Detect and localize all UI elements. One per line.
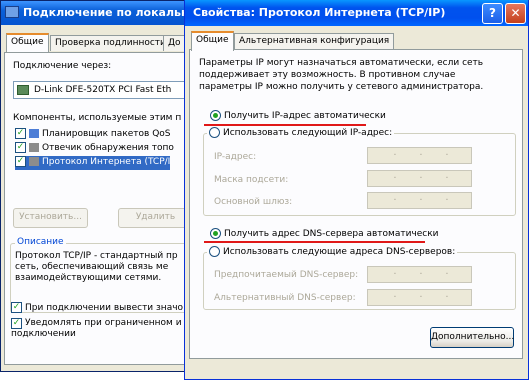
connection-window-title: Подключение по локальной <box>23 6 186 19</box>
tab-advanced[interactable]: До <box>163 35 185 51</box>
dialog-title: Свойства: Протокол Интернета (TCP/IP) <box>193 6 446 19</box>
tab-alternate-configuration[interactable]: Альтернативная конфигурация <box>234 33 395 50</box>
dialog-titlebar[interactable]: Свойства: Протокол Интернета (TCP/IP) ? … <box>185 0 528 26</box>
ip-manual-option[interactable]: Использовать следующий IP-адрес: <box>207 127 395 138</box>
show-icon-checkbox[interactable]: ✓ <box>11 302 22 313</box>
components-list: ✓ Планировщик пакетов QoS ✓ Отвечик обнару… <box>13 128 185 180</box>
dns-auto-label: Получить адрес DNS-сервера автоматически <box>224 229 439 239</box>
tcpip-properties-dialog: Свойства: Протокол Интернета (TCP/IP) ? … <box>184 0 529 380</box>
remove-button[interactable]: Удалить <box>118 208 185 228</box>
network-adapter-icon <box>17 85 29 95</box>
connection-properties-window: Подключение по локальной Общие Проверка … <box>0 0 186 372</box>
ip-address-input[interactable]: ... <box>367 147 472 164</box>
dns-manual-option[interactable]: Использовать следующие адреса DNS-сервер… <box>207 246 458 257</box>
network-connection-icon <box>5 6 19 18</box>
component-checkbox[interactable]: ✓ <box>15 128 26 139</box>
general-tab-panel: Подключение через: D-Link DFE-520TX PCI … <box>4 52 185 365</box>
protocol-icon <box>29 143 39 152</box>
install-button[interactable]: Установить... <box>13 208 88 228</box>
notify-checkbox[interactable]: ✓ <box>11 318 22 329</box>
ip-dot: . <box>393 266 397 277</box>
protocol-icon <box>29 157 39 166</box>
ip-dot: . <box>419 289 423 300</box>
components-label: Компоненты, используемые этим п <box>13 113 182 123</box>
dns-manual-label: Использовать следующие адреса DNS-сервер… <box>223 247 456 257</box>
default-gateway-label: Основной шлюз: <box>214 197 293 207</box>
ip-address-label: IP-адрес: <box>214 152 257 162</box>
ip-manual-radio[interactable] <box>209 127 220 138</box>
subnet-mask-input[interactable]: ... <box>367 170 472 187</box>
dialog-description: Параметры IP могут назначаться автоматич… <box>199 58 484 92</box>
notify-label: Уведомлять при ограниченном и подключени… <box>11 318 182 339</box>
dns-auto-option[interactable]: Получить адрес DNS-сервера автоматически <box>210 228 439 239</box>
ip-dot: . <box>445 289 449 300</box>
show-icon-option[interactable]: ✓ При подключении вывести значо <box>11 302 183 313</box>
qos-icon <box>29 129 39 138</box>
ip-dot: . <box>419 266 423 277</box>
description-text: Протокол TCP/IP - стандартный пр сеть, о… <box>15 251 178 283</box>
ip-dot: . <box>419 192 423 203</box>
ip-auto-radio[interactable] <box>210 110 221 121</box>
list-item[interactable]: ✓ Планировщик пакетов QoS <box>15 128 171 142</box>
ip-dot: . <box>393 289 397 300</box>
network-adapter-name: D-Link DFE-520TX PCI Fast Eth <box>34 85 172 95</box>
subnet-mask-label: Маска подсети: <box>214 175 289 185</box>
list-item[interactable]: ✓ Отвечик обнаружения топо <box>15 142 174 156</box>
connect-via-label: Подключение через: <box>13 61 112 71</box>
ip-dot: . <box>419 170 423 181</box>
alternate-dns-label: Альтернативный DNS-сервер: <box>214 293 356 303</box>
advanced-button[interactable]: Дополнительно... <box>430 327 514 348</box>
ip-dot: . <box>445 170 449 181</box>
connection-window-titlebar[interactable]: Подключение по локальной <box>1 1 185 25</box>
component-label: Протокол Интернета (TCP/I <box>42 157 171 167</box>
component-checkbox[interactable]: ✓ <box>15 142 26 153</box>
close-icon[interactable]: ✕ <box>505 3 526 24</box>
ip-dot: . <box>445 266 449 277</box>
component-label: Отвечик обнаружения топо <box>42 143 174 153</box>
tab-general[interactable]: Общие <box>6 33 49 52</box>
ip-auto-label: Получить IP-адрес автоматически <box>224 111 386 121</box>
ip-dot: . <box>393 170 397 181</box>
network-adapter-field: D-Link DFE-520TX PCI Fast Eth <box>13 81 185 99</box>
dns-auto-radio[interactable] <box>210 228 221 239</box>
component-label: Планировщик пакетов QoS <box>42 129 171 139</box>
help-icon[interactable]: ? <box>482 3 503 24</box>
ip-dot: . <box>445 192 449 203</box>
ip-dot: . <box>393 192 397 203</box>
component-checkbox[interactable]: ✓ <box>15 156 26 167</box>
description-title: Описание <box>15 237 66 247</box>
ip-manual-label: Использовать следующий IP-адрес: <box>223 128 393 138</box>
ip-dot: . <box>445 147 449 158</box>
alternate-dns-input[interactable]: ... <box>367 289 472 306</box>
ip-dot: . <box>419 147 423 158</box>
notify-option[interactable]: ✓ Уведомлять при ограниченном и подключен… <box>11 318 185 340</box>
ip-auto-underline <box>204 124 366 126</box>
default-gateway-input[interactable]: ... <box>367 192 472 209</box>
preferred-dns-input[interactable]: ... <box>367 266 472 283</box>
dns-manual-radio[interactable] <box>209 246 220 257</box>
dns-auto-underline <box>204 241 425 243</box>
list-item[interactable]: ✓ Протокол Интернета (TCP/I <box>15 156 171 170</box>
ip-auto-option[interactable]: Получить IP-адрес автоматически <box>210 110 386 121</box>
show-icon-label: При подключении вывести значо <box>25 303 184 313</box>
ip-dot: . <box>393 147 397 158</box>
preferred-dns-label: Предпочитаемый DNS-сервер: <box>214 270 359 280</box>
tab-authentication[interactable]: Проверка подлинности <box>50 35 171 51</box>
tab-general[interactable]: Общие <box>191 31 234 51</box>
